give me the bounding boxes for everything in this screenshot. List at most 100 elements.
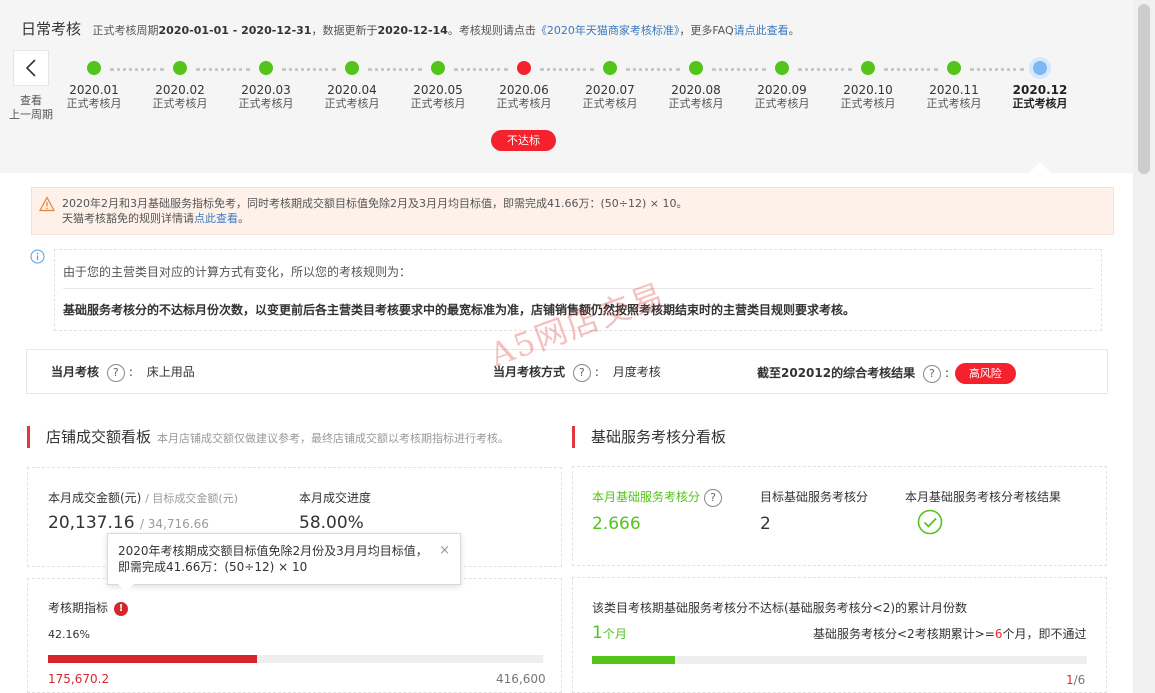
timeline-month-label: 2020.01 xyxy=(69,83,119,97)
target-exemption-tooltip: 2020年考核期成交额目标值免除2月份及3月月均目标值， 即需完成41.66万：… xyxy=(107,533,461,592)
target-gmv-value: / 34,716.66 xyxy=(139,517,209,531)
service-section-heading: 基础服务考核分看板 xyxy=(591,428,727,446)
pass-status-dot xyxy=(259,61,273,75)
question-circle-icon[interactable]: ? xyxy=(106,363,125,382)
notice-detail-link[interactable]: 点此查看 xyxy=(194,212,238,225)
timeline-month-status: 正式考核月 xyxy=(754,97,810,110)
timeline-month-status: 正式考核月 xyxy=(1012,97,1068,110)
exemption-notice: 2020年2月和3月基础服务指标免考，同时考核期成交额目标值免除2月及3月月均目… xyxy=(31,187,1114,235)
timeline-month-status: 正式考核月 xyxy=(496,97,552,110)
timeline-month-label: 2020.04 xyxy=(327,83,377,97)
timeline-month-label: 2020.07 xyxy=(585,83,635,97)
notice-line2-suffix: 。 xyxy=(238,212,249,225)
service-section-title: 基础服务考核分看板 xyxy=(572,426,726,448)
cycle-label: 正式考核周期 xyxy=(92,24,159,37)
fail-count-value: 1个月 xyxy=(592,623,627,643)
cycle-range: 2020-01-01 - 2020-12-31 xyxy=(158,24,312,37)
score-result-label: 本月基础服务考核分考核结果 xyxy=(905,490,1062,504)
timeline-month-status: 正式考核月 xyxy=(66,97,122,110)
gmv-label: 本月成交金额(元) / 目标成交金额(元) xyxy=(48,489,238,506)
assessment-rule-box: 由于您的主营类目对应的计算方式有变化，所以您的考核规则为： 基础服务考核分的不达… xyxy=(54,249,1102,331)
period-target-label-text: 考核期指标 xyxy=(48,601,109,615)
target-gmv-label: / 目标成交金额(元) xyxy=(145,492,238,505)
colon: : xyxy=(128,365,133,379)
notice-line2: 天猫考核豁免的规则详情请点此查看。 xyxy=(62,211,1113,226)
current-month-item: 当月考核 ?: 床上用品 xyxy=(51,363,195,382)
gmv-section-title: 店铺成交额看板 本月店铺成交额仅做建议参考，最终店铺成交额以考核期指标进行考核。 xyxy=(27,426,509,448)
tooltip-arrow xyxy=(118,584,134,592)
question-circle-icon[interactable]: ? xyxy=(704,488,723,507)
timeline-month-status: 正式考核月 xyxy=(238,97,294,110)
tooltip-line2: 即需完成41.66万：(50÷12) × 10 xyxy=(118,560,308,574)
fail-rule-suffix: 个月，即不通过 xyxy=(1002,627,1087,641)
faq-label: ，更多FAQ xyxy=(679,24,734,37)
timeline-month-label: 2020.05 xyxy=(413,83,463,97)
question-circle-icon[interactable]: ? xyxy=(922,364,941,383)
close-icon[interactable]: × xyxy=(439,543,450,559)
pass-status-dot xyxy=(603,61,617,75)
scrollbar-thumb[interactable] xyxy=(1138,4,1150,174)
rule-divider xyxy=(63,288,1093,289)
rule-standard-link[interactable]: 《2020年天猫商家考核标准》 xyxy=(536,24,680,37)
exclamation-circle-icon[interactable]: ! xyxy=(114,601,129,616)
prev-period-label[interactable]: 查看 上一周期 xyxy=(4,94,58,122)
rule-detail: 基础服务考核分的不达标月份次数，以变更前后各主营类目考核要求中的最宽标准为准，店… xyxy=(63,303,856,317)
timeline-month-status: 正式考核月 xyxy=(926,97,982,110)
period-percent: 42.16% xyxy=(48,628,90,641)
update-date: 2020-12-14 xyxy=(377,24,448,37)
gmv-section-heading: 店铺成交额看板 xyxy=(46,428,152,446)
info-circle-icon xyxy=(30,249,45,264)
risk-badge: 高风险 xyxy=(954,363,1016,384)
warning-triangle-icon xyxy=(39,196,55,212)
pass-status-dot xyxy=(173,61,187,75)
period-current-value: 175,670.2 xyxy=(48,672,110,686)
fail-rule-prefix: 基础服务考核分<2考核期累计>= xyxy=(813,627,995,641)
question-circle-icon[interactable]: ? xyxy=(572,363,591,382)
timeline-month-label: 2020.06 xyxy=(499,83,549,97)
fail-count-ratio: 1/6 xyxy=(1066,673,1085,687)
gmv-value: 20,137.16 / 34,716.66 xyxy=(48,513,209,533)
timeline-month-label: 2020.12 xyxy=(1012,83,1068,97)
page-scrollbar[interactable] xyxy=(1133,0,1155,693)
service-score-panel xyxy=(572,466,1107,566)
progress-label: 本月成交进度 xyxy=(299,491,372,505)
fail-count-unit: 个月 xyxy=(602,627,627,641)
pass-status-dot xyxy=(947,61,961,75)
rule-intro: 由于您的主营类目对应的计算方式有变化，所以您的考核规则为： xyxy=(63,265,412,279)
fail-count-total: /6 xyxy=(1073,673,1086,687)
pass-status-dot xyxy=(345,61,359,75)
pass-status-dot xyxy=(775,61,789,75)
timeline-month-status: 正式考核月 xyxy=(582,97,638,110)
fail-count-desc: 该类目考核期基础服务考核分不达标(基础服务考核分<2)的累计月份数 xyxy=(592,601,968,615)
pass-status-dot xyxy=(689,61,703,75)
prev-period-label-line1: 查看 xyxy=(20,94,42,107)
prev-period-button[interactable] xyxy=(13,50,49,86)
timeline-month-label: 2020.11 xyxy=(929,83,979,97)
timeline-month-label: 2020.03 xyxy=(241,83,291,97)
gmv-label-text: 本月成交金额(元) xyxy=(48,491,142,505)
pass-status-dot xyxy=(87,61,101,75)
current-month-category: 床上用品 xyxy=(146,365,195,379)
timeline-month-status: 正式考核月 xyxy=(668,97,724,110)
faq-link[interactable]: 请点此查看 xyxy=(734,24,789,37)
fail-count-progress-bar xyxy=(592,656,1087,664)
update-label: ，数据更新于 xyxy=(311,24,378,37)
colon: : xyxy=(594,365,599,379)
overall-result-label: 截至202012的综合考核结果 xyxy=(757,366,916,380)
period-target-value: 416,600 xyxy=(496,672,546,686)
timeline-month-status: 正式考核月 xyxy=(410,97,466,110)
timeline-month[interactable]: 2020.12 正式考核月 xyxy=(1000,60,1080,111)
timeline-month-label: 2020.08 xyxy=(671,83,721,97)
fail-count-current: 1 xyxy=(1066,673,1074,687)
current-status-dot xyxy=(1033,61,1047,75)
fail-rule: 基础服务考核分<2考核期累计>=6个月，即不通过 xyxy=(813,625,1086,642)
tooltip-line1: 2020年考核期成交额目标值免除2月份及3月月均目标值， xyxy=(118,544,428,558)
target-score-value: 2 xyxy=(760,514,771,534)
timeline-month-label: 2020.10 xyxy=(843,83,893,97)
rule-label: 。考核规则请点击 xyxy=(447,24,536,37)
target-score-label: 目标基础服务考核分 xyxy=(760,490,869,504)
timeline-month-status: 正式考核月 xyxy=(152,97,208,110)
fail-count-progress-fill xyxy=(592,656,675,664)
fail-status-dot xyxy=(517,61,531,75)
chevron-left-icon xyxy=(25,59,36,77)
